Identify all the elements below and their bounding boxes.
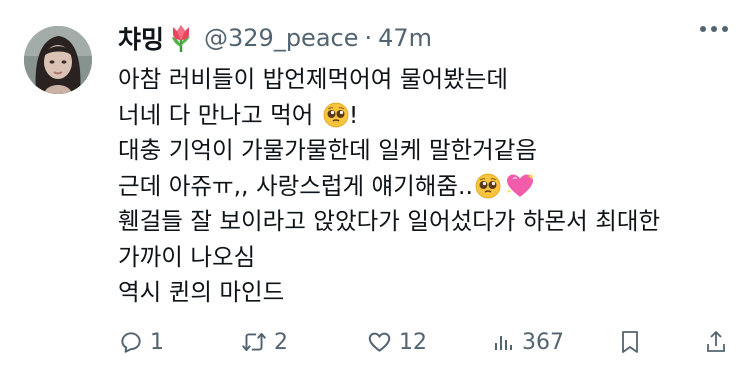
view-count: 367 <box>522 329 564 355</box>
share-icon <box>707 331 725 352</box>
tweet-header: 챠밍 @329_peace · 47m <box>118 18 432 58</box>
tweet-line: 역시 퀸의 마인드 <box>118 278 285 306</box>
tweet-line: 가까이 나오심 <box>118 242 256 271</box>
tweet-line-with-emoji: 너네 다 만나고 먹어 ! <box>118 98 728 134</box>
pleading-face-emoji-icon <box>323 102 349 128</box>
pleading-face-emoji-icon <box>475 173 501 199</box>
tulip-emoji-icon <box>168 23 194 53</box>
timestamp[interactable]: 47m <box>378 24 432 52</box>
bookmark-button[interactable] <box>618 322 642 362</box>
like-count: 12 <box>399 329 427 355</box>
separator-dot: · <box>364 24 373 52</box>
handle[interactable]: @329_peace <box>204 24 358 52</box>
tweet-line-text: 근데 아쥬ㅠ,, 사랑스럽게 얘기해줌.. <box>118 171 473 200</box>
sparkling-heart-emoji-icon <box>505 172 535 200</box>
like-button[interactable]: 12 <box>366 322 427 362</box>
heart-icon <box>368 332 391 352</box>
tweet-line-with-emoji: 근데 아쥬ㅠ,, 사랑스럽게 얘기해줌.. <box>118 169 728 205</box>
tweet-line-text: 너네 다 만나고 먹어 <box>118 100 314 129</box>
more-options-icon[interactable] <box>700 26 728 32</box>
reply-icon <box>121 332 141 353</box>
display-name[interactable]: 챠밍 <box>118 20 164 56</box>
retweet-icon <box>241 332 267 352</box>
avatar[interactable] <box>24 26 92 94</box>
reply-count: 1 <box>150 329 164 355</box>
views-icon <box>495 336 512 350</box>
retweet-count: 2 <box>274 329 288 355</box>
tweet-text: 아참 러비들이 밥언제먹어여 물어봤는데 너네 다 만나고 먹어 ! 대충 기억… <box>118 62 728 311</box>
retweet-button[interactable]: 2 <box>240 322 288 362</box>
action-bar: 1 2 12 367 <box>118 322 728 362</box>
tweet-line: 아참 러비들이 밥언제먹어여 물어봤는데 <box>118 65 508 93</box>
views-button[interactable]: 367 <box>492 322 564 362</box>
bookmark-icon <box>622 331 638 353</box>
exclamation: ! <box>348 100 359 129</box>
reply-button[interactable]: 1 <box>118 322 164 362</box>
tweet[interactable]: 챠밍 @329_peace · 47m 아참 러비들이 밥언제먹어여 물어봤는데… <box>0 0 750 379</box>
tweet-line: 휀걸들 잘 보이라고 앉았다가 일어섰다가 하몬서 최대한 <box>118 207 661 235</box>
tweet-line: 대충 기억이 가물가물한데 일케 말한거같음 <box>118 136 538 164</box>
share-button[interactable] <box>704 322 728 362</box>
